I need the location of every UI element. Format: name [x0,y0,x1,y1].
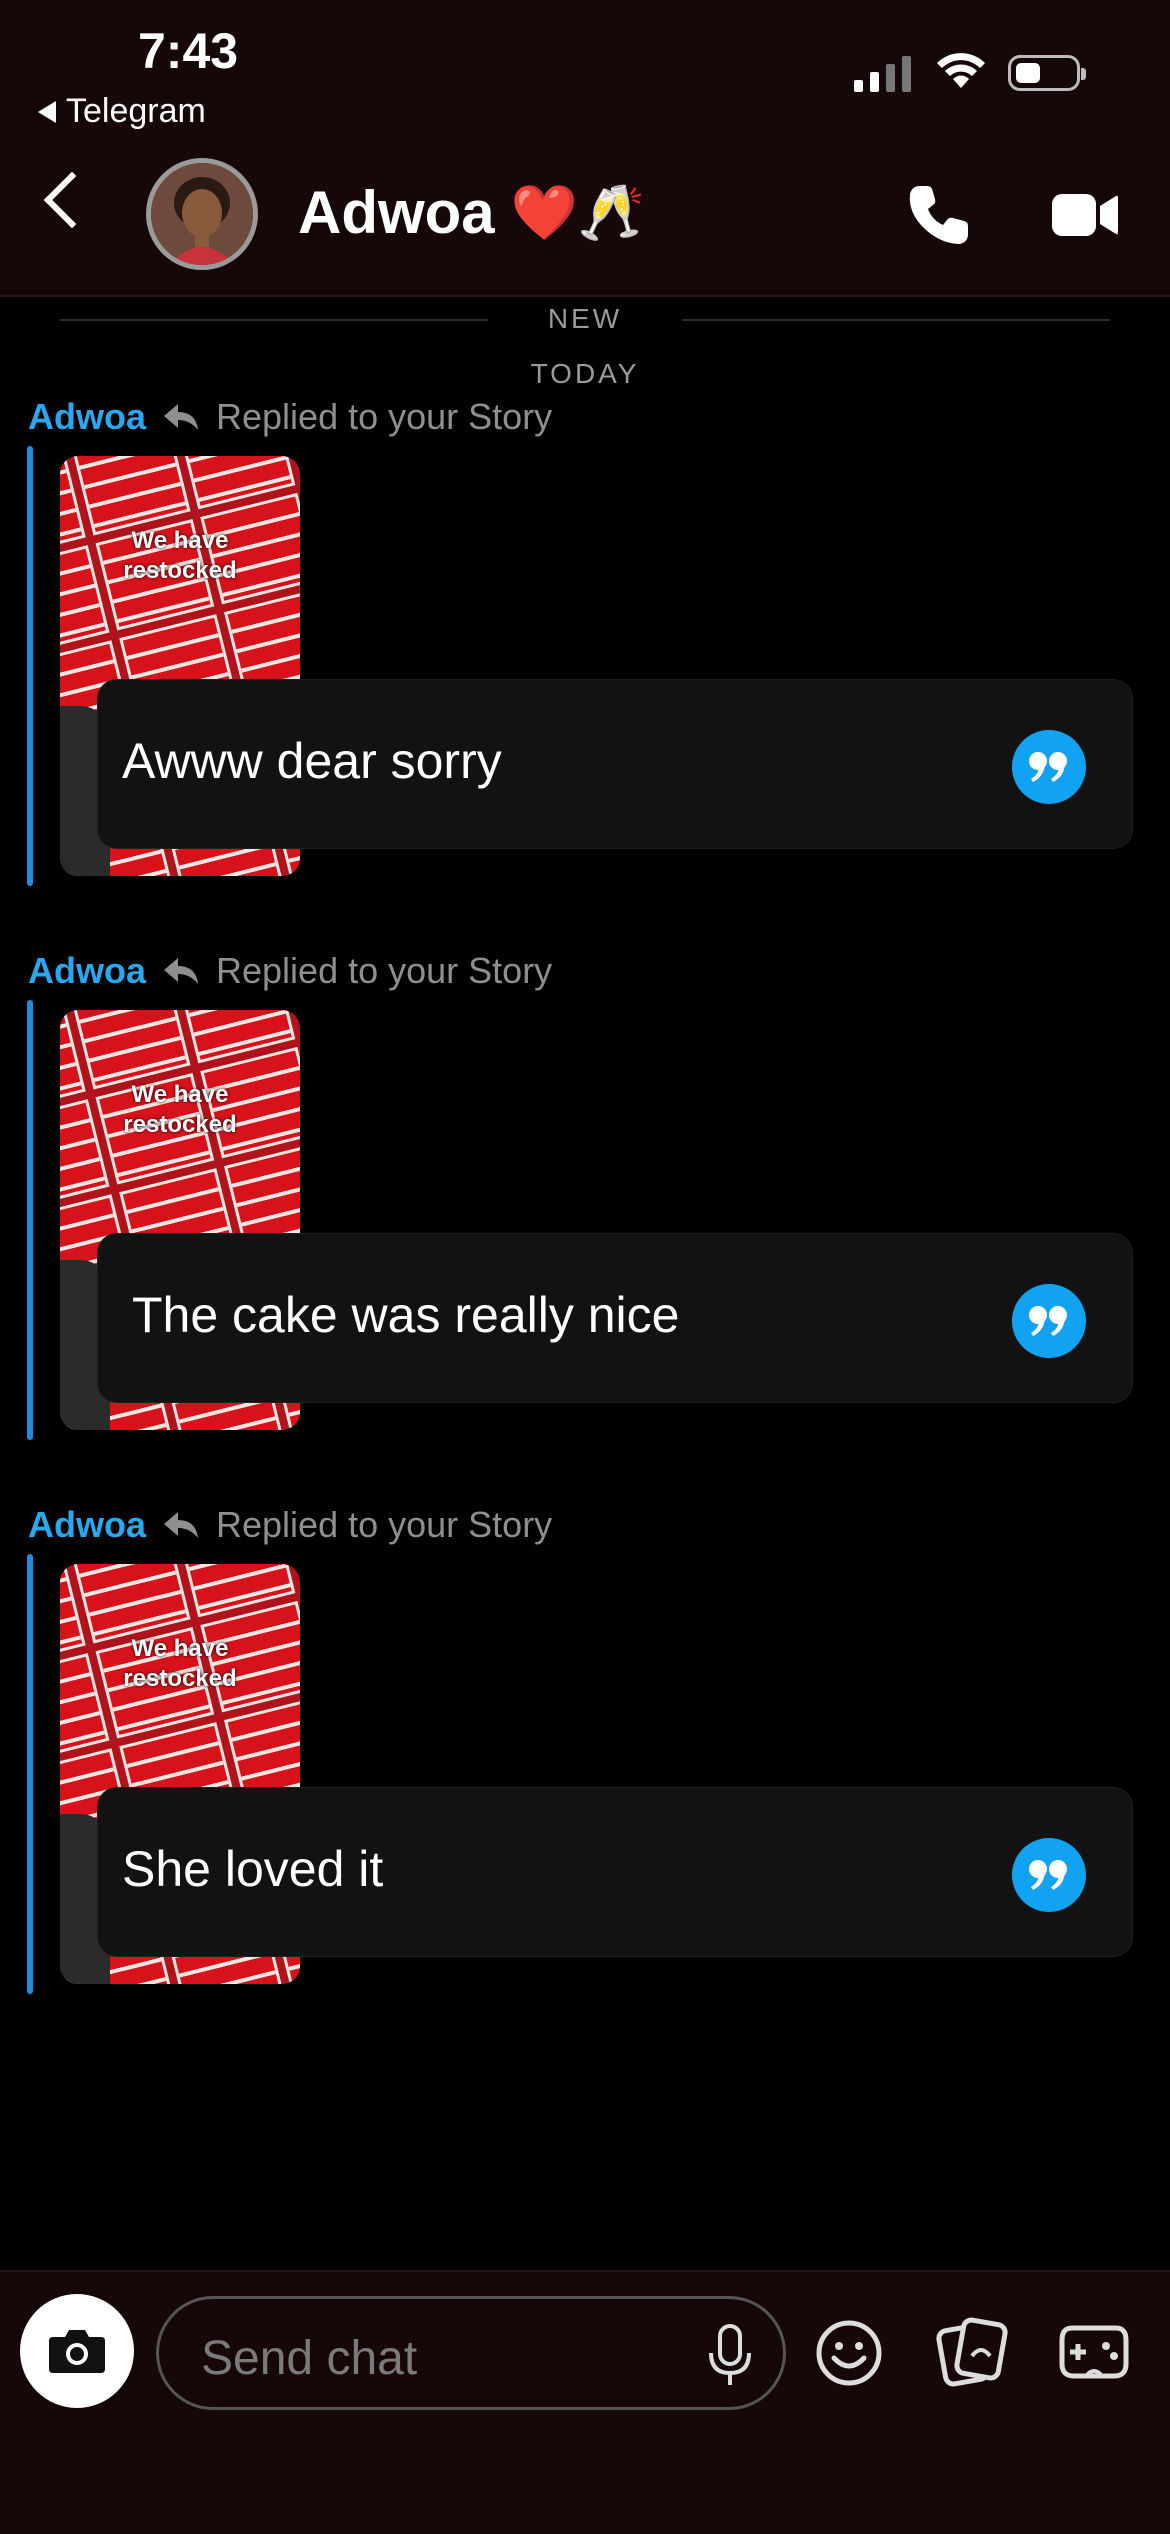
message-bubble[interactable]: She loved it [97,1787,1133,1957]
cellular-signal-icon [854,56,911,92]
message-bubble[interactable]: The cake was really nice [97,1233,1133,1403]
story-caption: We have restocked [123,1635,237,1692]
reply-side-bar [27,446,33,886]
quote-icon[interactable] [1012,730,1086,804]
video-camera-icon[interactable] [1050,190,1120,240]
camera-icon [49,2330,105,2373]
reply-side-bar [27,1000,33,1440]
sender-name[interactable]: Adwoa [28,396,146,438]
send-chat-input[interactable]: Send chat [156,2296,786,2410]
new-divider: NEW [0,295,1170,345]
bitmoji-avatar-icon [151,163,253,265]
message-bubble[interactable]: Awww dear sorry [97,679,1133,849]
story-caption: We have restocked [123,527,237,584]
avatar[interactable] [146,158,258,270]
back-app-label: Telegram [66,92,206,130]
reply-arrow-icon [164,958,199,984]
contact-emojis: ❤️🥂 [510,180,646,244]
sender-name[interactable]: Adwoa [28,1504,146,1546]
message-text: The cake was really nice [132,1287,680,1343]
back-triangle-icon [38,100,56,123]
chat-composer: Send chat [0,2270,1170,2534]
message-text: She loved it [122,1841,384,1897]
contact-name[interactable]: Adwoa ❤️🥂 [298,178,645,247]
camera-button[interactable] [20,2294,134,2408]
contact-name-text: Adwoa [298,179,495,246]
reply-header: Adwoa Replied to your Story [28,1504,552,1546]
sender-name[interactable]: Adwoa [28,950,146,992]
reply-arrow-icon [164,1512,199,1538]
phone-icon[interactable] [904,180,974,250]
battery-icon [1008,55,1086,91]
reply-header: Adwoa Replied to your Story [28,950,552,992]
status-time: 7:43 [138,23,239,79]
quote-icon[interactable] [1012,1284,1086,1358]
microphone-icon[interactable] [705,2323,755,2389]
back-to-telegram-link[interactable]: Telegram [38,92,206,131]
story-caption: We have restocked [123,1081,237,1138]
reply-side-bar [27,1554,33,1994]
gamepad-icon[interactable] [1058,2320,1130,2384]
reply-arrow-icon [164,404,199,430]
send-chat-placeholder: Send chat [201,2332,418,2385]
reply-note: Replied to your Story [216,1504,553,1545]
reply-header: Adwoa Replied to your Story [28,396,552,438]
divider-line-right [682,319,1110,321]
memories-icon[interactable] [936,2316,1008,2388]
chevron-left-icon[interactable] [43,171,101,229]
quote-icon[interactable] [1012,1838,1086,1912]
reply-note: Replied to your Story [216,396,553,437]
today-label: TODAY [530,358,640,389]
chat-header: 7:43 Telegram Adwoa ❤️🥂 [0,0,1170,297]
wifi-icon [937,53,985,88]
reply-note: Replied to your Story [216,950,553,991]
smiley-icon[interactable] [814,2318,884,2388]
message-text: Awww dear sorry [122,733,502,789]
